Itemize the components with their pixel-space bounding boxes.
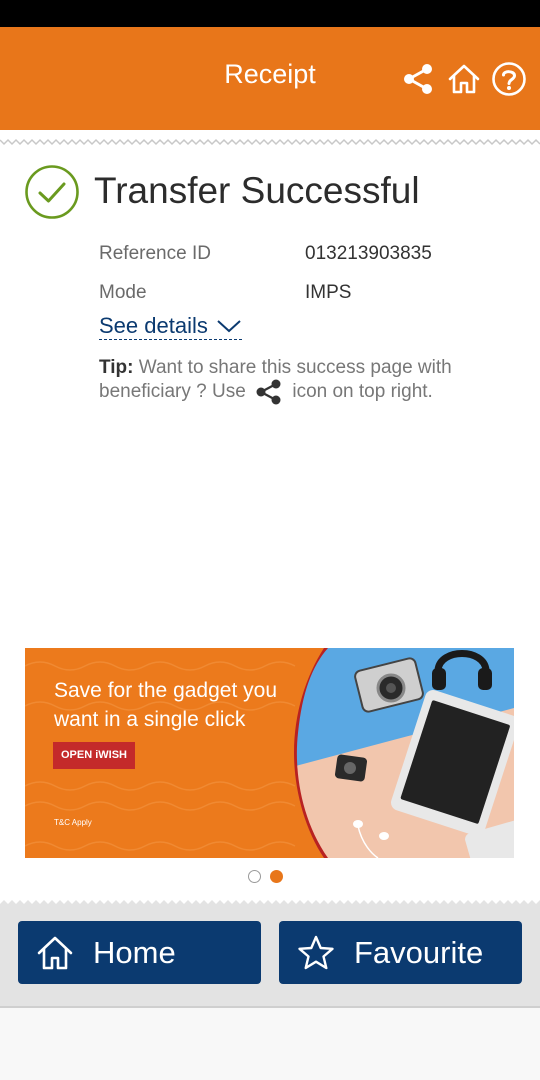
check-circle-icon	[25, 165, 79, 219]
open-iwish-button[interactable]: OPEN iWISH	[53, 742, 135, 769]
share-icon	[256, 379, 281, 405]
home-button-label: Home	[93, 934, 176, 970]
favourite-button[interactable]: Favourite	[279, 921, 522, 984]
carousel-indicator	[248, 870, 283, 883]
reference-id-label: Reference ID	[99, 243, 211, 264]
receipt-zigzag-edge	[0, 130, 540, 148]
tip-label: Tip:	[99, 357, 134, 378]
app-header: Receipt	[0, 27, 540, 130]
help-icon[interactable]	[491, 61, 527, 97]
receipt-screen: Receipt Transfer Successful Reference ID…	[0, 0, 540, 1080]
tip-text-after: icon on top right.	[292, 381, 433, 403]
footer-actions: Home Favourite	[0, 896, 540, 1008]
gadget-photo	[294, 648, 514, 858]
promo-banner[interactable]: Save for the gadget you want in a single…	[25, 648, 514, 858]
mode-value: IMPS	[305, 282, 352, 303]
share-icon[interactable]	[400, 61, 436, 97]
home-icon	[37, 936, 73, 969]
status-bar	[0, 0, 540, 27]
home-button[interactable]: Home	[18, 921, 261, 984]
home-icon[interactable]	[446, 61, 482, 97]
chevron-down-icon	[217, 319, 241, 332]
share-tip: Tip: Want to share this success page wit…	[99, 356, 499, 405]
carousel-dot-2[interactable]	[270, 870, 283, 883]
see-details-link[interactable]: See details	[99, 312, 242, 340]
see-details-label: See details	[99, 312, 208, 338]
star-icon	[298, 935, 334, 969]
reference-id-value: 013213903835	[305, 243, 432, 264]
success-heading: Transfer Successful	[94, 170, 420, 211]
bottom-blank-area	[0, 1008, 540, 1080]
carousel-dot-1[interactable]	[248, 870, 261, 883]
receipt-zigzag-edge-bottom	[0, 896, 540, 904]
banner-headline: Save for the gadget you want in a single…	[54, 679, 277, 731]
favourite-button-label: Favourite	[354, 934, 484, 970]
mode-label: Mode	[99, 282, 147, 303]
banner-terms: T&C Apply	[54, 818, 92, 827]
